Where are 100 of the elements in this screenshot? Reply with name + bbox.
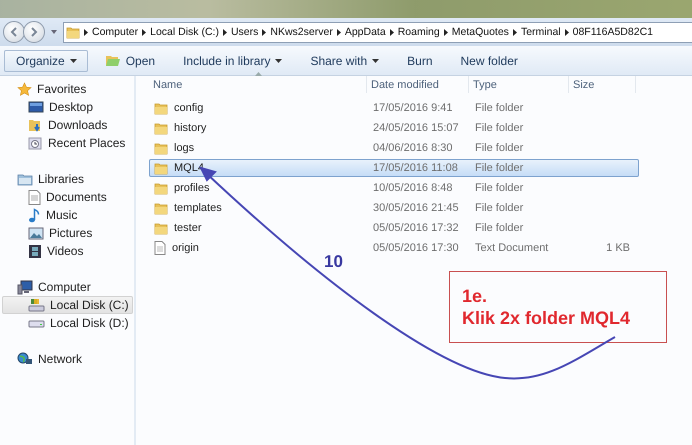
date-modified: 17/05/2016 9:41 bbox=[373, 102, 453, 114]
picture-icon bbox=[28, 226, 44, 240]
dropdown-arrow-icon[interactable] bbox=[51, 30, 57, 34]
breadcrumb[interactable]: 08F116A5D82C1 bbox=[572, 26, 653, 38]
chevron-icon bbox=[564, 28, 569, 36]
toolbar-button[interactable]: Include in library bbox=[172, 50, 294, 72]
dropdown-arrow-icon bbox=[70, 58, 77, 62]
recent-places-icon bbox=[28, 136, 43, 150]
callout-text: Klik 2x folder MQL4 bbox=[462, 307, 632, 329]
column-header[interactable]: Type bbox=[469, 76, 569, 93]
toolbar-button[interactable]: Share with bbox=[299, 50, 390, 72]
chevron-icon bbox=[512, 28, 517, 36]
sidebar-item[interactable]: Recent Places bbox=[2, 134, 133, 152]
folder-icon bbox=[154, 202, 168, 214]
system-drive-icon bbox=[28, 298, 45, 312]
file-type: File folder bbox=[475, 142, 524, 154]
file-type: File folder bbox=[475, 182, 524, 194]
file-type: File folder bbox=[475, 162, 524, 174]
breadcrumb[interactable]: Local Disk (C:) bbox=[150, 26, 219, 38]
file-row[interactable]: tester 05/05/2016 17:32 File folder bbox=[149, 219, 639, 237]
folder-icon bbox=[66, 26, 80, 38]
file-type: File folder bbox=[475, 102, 524, 114]
file-name: origin bbox=[172, 242, 199, 254]
drive-icon bbox=[28, 318, 45, 328]
file-row[interactable]: logs 04/06/2016 8:30 File folder bbox=[149, 139, 639, 157]
folder-icon bbox=[154, 162, 168, 174]
date-modified: 17/05/2016 11:08 bbox=[373, 162, 458, 174]
chevron-icon bbox=[336, 28, 341, 36]
sidebar-item[interactable]: Pictures bbox=[2, 224, 133, 242]
file-name: config bbox=[174, 102, 204, 114]
star-icon bbox=[17, 82, 32, 96]
file-row[interactable]: profiles 10/05/2016 8:48 File folder bbox=[149, 179, 639, 197]
forward-button[interactable] bbox=[23, 21, 45, 43]
breadcrumb[interactable]: Terminal bbox=[520, 26, 561, 38]
network-icon bbox=[17, 352, 33, 366]
sidebar-item[interactable]: Documents bbox=[2, 188, 133, 206]
folder-icon bbox=[154, 222, 168, 234]
music-note-icon bbox=[28, 208, 41, 222]
computer-icon bbox=[17, 280, 33, 294]
folder-icon bbox=[154, 102, 168, 114]
file-size: 1 KB bbox=[606, 242, 630, 254]
date-modified: 05/05/2016 17:30 bbox=[373, 242, 459, 254]
breadcrumb[interactable]: Computer bbox=[92, 26, 138, 38]
file-row[interactable]: config 17/05/2016 9:41 File folder bbox=[149, 99, 639, 117]
sidebar-item[interactable]: Desktop bbox=[2, 98, 133, 116]
sidebar-item[interactable]: Downloads bbox=[2, 116, 133, 134]
chevron-icon bbox=[390, 28, 394, 36]
breadcrumb[interactable]: MetaQuotes bbox=[452, 26, 509, 38]
file-name: logs bbox=[174, 142, 194, 154]
sidebar-group[interactable]: Libraries bbox=[0, 170, 134, 188]
film-icon bbox=[28, 244, 42, 258]
date-modified: 10/05/2016 8:48 bbox=[373, 182, 453, 194]
chevron-icon bbox=[84, 28, 88, 36]
chevron-icon bbox=[262, 28, 266, 36]
date-modified: 24/05/2016 15:07 bbox=[373, 122, 459, 134]
folder-icon bbox=[154, 142, 168, 154]
downloads-folder-icon bbox=[28, 118, 43, 132]
breadcrumb[interactable]: Users bbox=[230, 26, 258, 38]
file-row[interactable]: templates 30/05/2016 21:45 File folder bbox=[149, 199, 639, 217]
sort-arrow-icon bbox=[254, 72, 262, 76]
breadcrumb[interactable]: NKws2server bbox=[270, 26, 333, 38]
file-type: File folder bbox=[475, 222, 524, 234]
toolbar-button[interactable]: Open bbox=[94, 50, 166, 72]
sidebar-item[interactable]: Local Disk (D:) bbox=[2, 314, 133, 332]
file-type: File folder bbox=[475, 202, 524, 214]
file-row[interactable]: history 24/05/2016 15:07 File folder bbox=[149, 119, 639, 137]
file-name: tester bbox=[174, 222, 202, 234]
file-name: history bbox=[174, 122, 206, 134]
document-icon bbox=[28, 190, 41, 204]
sidebar-group[interactable]: Favorites bbox=[0, 80, 134, 98]
toolbar-button[interactable]: New folder bbox=[450, 50, 529, 72]
libraries-icon bbox=[17, 172, 33, 186]
sidebar-item[interactable]: Music bbox=[2, 206, 133, 224]
file-type: Text Document bbox=[475, 242, 548, 254]
chevron-icon bbox=[444, 28, 448, 36]
breadcrumb[interactable]: AppData bbox=[344, 26, 386, 38]
file-type: File folder bbox=[475, 122, 524, 134]
dropdown-arrow-icon bbox=[275, 58, 282, 62]
back-button[interactable] bbox=[3, 21, 25, 43]
sidebar-group[interactable]: Computer bbox=[0, 278, 134, 296]
step-number: 10 bbox=[324, 252, 343, 272]
chevron-icon bbox=[222, 28, 227, 36]
toolbar-button[interactable]: Organize bbox=[4, 50, 88, 72]
chevron-icon bbox=[142, 28, 146, 36]
column-header[interactable]: Size bbox=[569, 76, 636, 93]
folder-open-icon bbox=[104, 54, 121, 67]
date-modified: 04/06/2016 8:30 bbox=[373, 142, 453, 154]
file-name: templates bbox=[174, 202, 222, 214]
sidebar-item[interactable]: Local Disk (C:) bbox=[2, 296, 133, 314]
file-name: profiles bbox=[174, 182, 210, 194]
sidebar-group[interactable]: Network bbox=[0, 350, 134, 368]
column-header[interactable]: Name bbox=[149, 76, 367, 93]
toolbar-button[interactable]: Burn bbox=[396, 50, 444, 72]
dropdown-arrow-icon bbox=[372, 58, 380, 62]
column-header[interactable]: Date modified bbox=[367, 76, 469, 93]
sidebar-item[interactable]: Videos bbox=[2, 242, 133, 260]
breadcrumb[interactable]: Roaming bbox=[398, 26, 440, 38]
date-modified: 30/05/2016 21:45 bbox=[373, 202, 459, 214]
address-field[interactable]: Computer Local Disk (C:) Users NKws2server AppData Roaming MetaQuotes Terminal 08F116A5D82C1 bbox=[63, 22, 692, 42]
desktop-icon bbox=[28, 100, 44, 114]
